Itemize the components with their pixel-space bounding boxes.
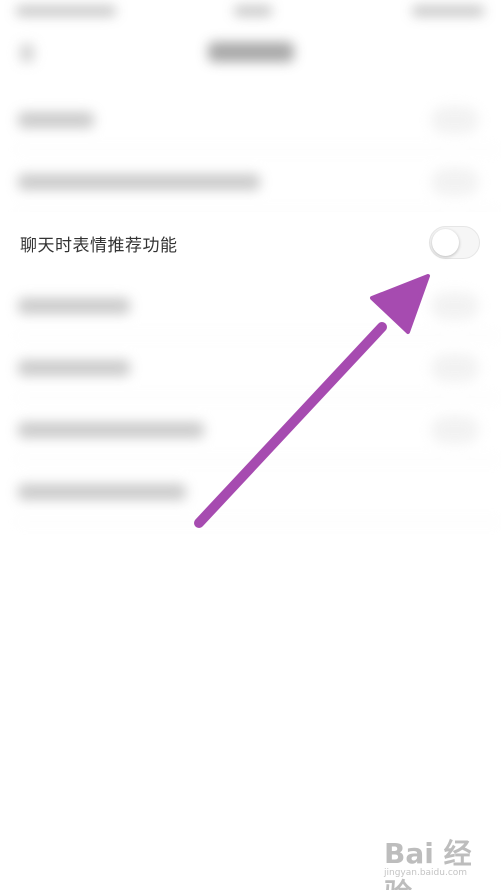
settings-row[interactable] [0,150,501,212]
emoji-recommend-label: 聊天时表情推荐功能 [20,236,178,256]
settings-row[interactable] [0,274,501,336]
watermark-url: jingyan.baidu.com [384,868,468,878]
settings-row[interactable] [0,398,501,460]
toggle-knob [432,229,459,256]
nav-bar [0,28,501,80]
page-title [208,42,294,62]
status-bar [0,0,501,28]
watermark-logo: Bai 经验 [384,837,472,890]
settings-row[interactable] [0,336,501,398]
emoji-recommend-row[interactable]: 聊天时表情推荐功能 [0,212,501,274]
baidu-jingyan-watermark: Bai 经验 jingyan.baidu.com [372,832,498,890]
settings-row[interactable] [0,88,501,150]
back-icon[interactable] [20,44,34,62]
settings-screen: 聊天时表情推荐功能 Bai 经验 jingyan.baidu.com [0,0,501,890]
settings-row[interactable] [0,460,501,522]
emoji-recommend-toggle[interactable] [429,226,480,259]
